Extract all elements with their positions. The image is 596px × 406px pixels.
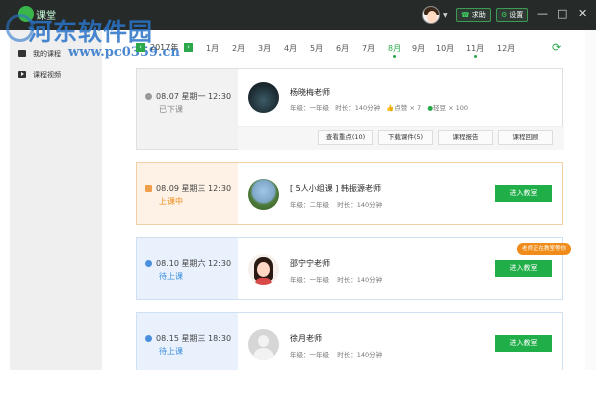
course-report-button[interactable]: 课程报告 — [438, 130, 493, 145]
month-6[interactable]: 6月 — [336, 43, 349, 54]
lesson-info: 年级：一年级 时长：140分钟 👍点赞 × 7 ●轻豆 × 100 — [290, 104, 469, 112]
lesson-actions: 查看重点(10) 下载课件(5) 课程报告 课程回顾 — [238, 126, 564, 150]
lesson-status: 待上课 — [159, 347, 183, 356]
month-5[interactable]: 5月 — [310, 43, 323, 54]
teacher-avatar — [248, 254, 279, 285]
lesson-time-panel: 08.07 星期一 12:30 已下课 — [137, 69, 238, 149]
minimize-button[interactable]: — — [537, 7, 548, 21]
month-4[interactable]: 4月 — [284, 43, 297, 54]
enter-classroom-button[interactable]: 进入教室 — [495, 185, 552, 202]
month-10[interactable]: 10月 — [436, 43, 454, 54]
lesson-status: 已下课 — [159, 105, 183, 114]
lesson-status: 上课中 — [159, 197, 183, 206]
chevron-down-icon[interactable]: ▼ — [443, 12, 448, 19]
lesson-time: 08.15 星期三 18:30 — [145, 333, 231, 344]
enter-classroom-button[interactable]: 进入教室 — [495, 260, 552, 277]
month-3[interactable]: 3月 — [258, 43, 271, 54]
view-keypoints-button[interactable]: 查看重点(10) — [318, 130, 373, 145]
teacher-name: 杨晓梅老师 — [290, 88, 330, 97]
bottom-area — [0, 372, 596, 406]
help-icon: ☎ — [461, 11, 470, 19]
month-1[interactable]: 1月 — [206, 43, 219, 54]
month-9[interactable]: 9月 — [412, 43, 425, 54]
teacher-name: 邵宁宁老师 — [290, 259, 330, 268]
enter-classroom-button[interactable]: 进入教室 — [495, 335, 552, 352]
download-courseware-button[interactable]: 下载课件(5) — [378, 130, 433, 145]
lesson-card: 08.10 星期六 12:30 待上课 邵宁宁老师 年级：一年级 时长：140分… — [136, 237, 572, 300]
lesson-time: 08.07 星期一 12:30 — [145, 91, 231, 102]
scrollbar[interactable] — [585, 30, 596, 370]
play-icon — [18, 71, 26, 78]
lesson-info: 年级：一年级 时长：140分钟 — [290, 351, 383, 359]
clock-icon — [145, 335, 152, 342]
month-2[interactable]: 2月 — [232, 43, 245, 54]
lesson-status: 待上课 — [159, 272, 183, 281]
next-year-button[interactable]: › — [184, 43, 193, 52]
teacher-name: [ 5人小组课 ] 韩振源老师 — [290, 184, 381, 193]
teacher-avatar — [248, 179, 279, 210]
teacher-waiting-tip: 老师正在教室等你 — [517, 243, 572, 255]
calendar-icon — [18, 50, 26, 57]
month-7[interactable]: 7月 — [362, 43, 375, 54]
month-8[interactable]: 8月 — [388, 43, 401, 54]
sidebar-item-my-courses[interactable]: 我的课程 — [18, 49, 61, 59]
clock-icon — [145, 93, 152, 100]
lesson-time-panel: 08.09 星期三 12:30 上课中 — [137, 163, 238, 224]
settings-button[interactable]: ⚙ 设置 — [496, 8, 529, 22]
lesson-time-panel: 08.10 星期六 12:30 待上课 — [137, 238, 238, 299]
lesson-time: 08.10 星期六 12:30 — [145, 258, 231, 269]
close-button[interactable]: ✕ — [578, 7, 587, 21]
year-label: 2017年 — [150, 43, 179, 52]
course-review-button[interactable]: 课程回顾 — [498, 130, 553, 145]
watermark-title: 河东软件园 — [28, 17, 153, 46]
month-12[interactable]: 12月 — [497, 43, 515, 54]
maximize-button[interactable]: □ — [557, 7, 567, 21]
teacher-name: 徐月老师 — [290, 334, 322, 343]
calendar-icon — [145, 185, 152, 192]
lesson-card: 08.09 星期三 12:30 上课中 [ 5人小组课 ] 韩振源老师 年级：二… — [136, 162, 563, 225]
month-selector: ‹ 2017年 › 1月 2月 3月 4月 5月 6月 7月 8月 9月 10月… — [136, 42, 566, 58]
lesson-time-panel: 08.15 星期三 18:30 待上课 — [137, 313, 238, 370]
user-avatar[interactable] — [422, 6, 440, 24]
prev-year-button[interactable]: ‹ — [136, 43, 145, 52]
lesson-card: 08.07 星期一 12:30 已下课 杨晓梅老师 年级：一年级 时长：140分… — [136, 68, 564, 150]
gear-icon: ⚙ — [501, 11, 508, 19]
month-11-dot — [474, 55, 477, 58]
lesson-time: 08.09 星期三 12:30 — [145, 183, 231, 194]
clock-icon — [145, 260, 152, 267]
lesson-card: 08.15 星期三 18:30 待上课 徐月老师 年级：一年级 时长：140分钟… — [136, 312, 563, 370]
sidebar: 我的课程 课程视频 — [10, 30, 102, 370]
refresh-icon[interactable]: ⟳ — [552, 41, 561, 54]
month-11[interactable]: 11月 — [466, 43, 484, 54]
teacher-avatar — [248, 82, 279, 113]
month-8-dot — [393, 55, 396, 58]
lesson-info: 年级：一年级 时长：140分钟 — [290, 276, 383, 284]
sidebar-item-course-videos[interactable]: 课程视频 — [18, 70, 61, 80]
help-button[interactable]: ☎ 求助 — [456, 8, 491, 22]
lesson-info: 年级：二年级 时长：140分钟 — [290, 201, 383, 209]
teacher-avatar — [248, 329, 279, 360]
